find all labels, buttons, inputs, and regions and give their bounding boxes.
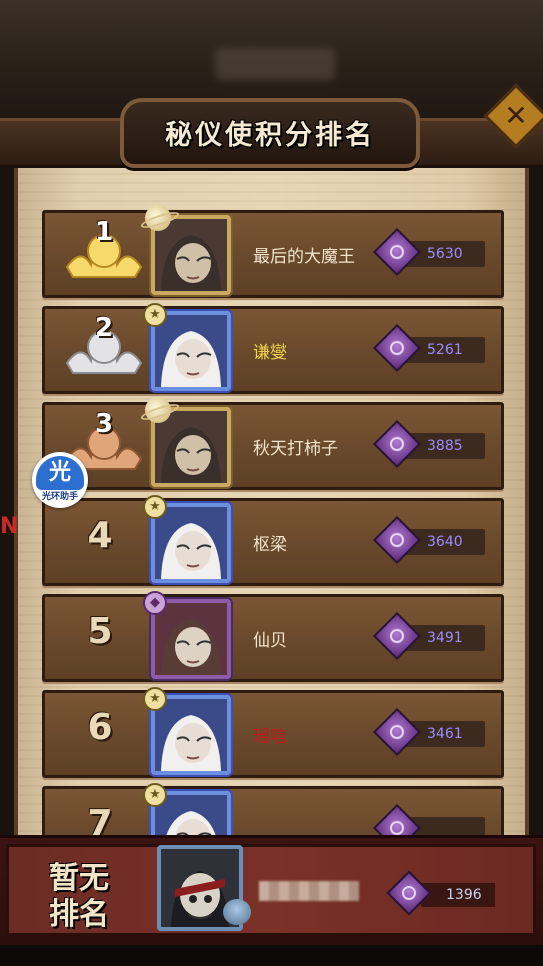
self-rank-row: 暂无 排名 1396 — [6, 844, 536, 936]
planet-badge-icon — [145, 205, 171, 231]
avatar-portrait-icon — [155, 507, 227, 579]
player-name: 秋天打柿子 — [253, 439, 338, 459]
ranking-row[interactable]: 6 ★ 瑶唁 3461 — [42, 687, 504, 778]
player-score: 3640 — [427, 534, 463, 550]
pet-icon — [223, 899, 251, 925]
planet-badge-icon — [145, 397, 171, 423]
score-gem-icon — [372, 707, 422, 757]
score-gem-icon — [372, 419, 422, 469]
score-gem-icon — [386, 870, 432, 916]
rank-number: 1 — [94, 217, 114, 247]
helper-icon: 光 — [36, 456, 84, 490]
rank-number: 4 — [87, 515, 113, 556]
side-marker: N — [0, 514, 19, 539]
close-x-icon: ✕ — [504, 99, 528, 132]
no-rank-line1: 暂无 — [49, 861, 109, 896]
player-name: 谦燮 — [253, 343, 287, 363]
avatar-portrait-icon — [155, 219, 227, 291]
player-name: 枢梁 — [253, 535, 287, 555]
player-score: 3461 — [427, 726, 463, 742]
ranking-row[interactable]: 5 ◆ 仙贝 3491 — [42, 591, 504, 682]
ranking-row[interactable]: 4 ★ 枢梁 3640 — [42, 495, 504, 586]
score-gem-icon — [372, 323, 422, 373]
page-title: 秘仪使积分排名 — [165, 120, 375, 151]
star-badge-icon: ★ — [143, 303, 167, 327]
avatar-portrait-icon — [155, 315, 227, 387]
self-score: 1396 — [446, 887, 482, 903]
player-name: 瑶唁 — [253, 727, 287, 747]
no-rank-label: 暂无 排名 — [39, 861, 119, 933]
player-name: 仙贝 — [253, 631, 287, 651]
avatar-portrait-icon — [155, 603, 227, 675]
diamond-badge-icon: ◆ — [143, 591, 167, 615]
ranking-row[interactable]: 1 最后的大魔王 5630 — [42, 205, 504, 298]
star-badge-icon: ★ — [143, 495, 167, 519]
rank-number: 2 — [94, 313, 114, 343]
score-gem-icon — [372, 227, 422, 277]
player-name: 最后的大魔王 — [253, 247, 355, 267]
ranking-row[interactable]: 3 秋天打柿子 3885 — [42, 397, 504, 490]
blurred-text — [215, 48, 335, 80]
star-badge-icon: ★ — [143, 687, 167, 711]
rank-number: 3 — [94, 409, 114, 439]
rank-number: 5 — [87, 611, 113, 652]
avatar-portrait-icon — [155, 699, 227, 771]
rank-number: 6 — [87, 707, 113, 748]
helper-floating-button[interactable]: 光 光环助手 — [32, 452, 88, 508]
score-gem-icon — [372, 611, 422, 661]
avatar-portrait-icon — [155, 411, 227, 483]
star-badge-icon: ★ — [143, 783, 167, 807]
ranking-row[interactable]: 2 ★ 谦燮 5261 — [42, 303, 504, 394]
helper-label: 光环助手 — [41, 492, 78, 502]
player-score: 3885 — [427, 438, 463, 454]
player-score: 3491 — [427, 630, 463, 646]
no-rank-line2: 排名 — [49, 897, 109, 932]
bottom-edge — [0, 945, 543, 966]
player-score: 5630 — [427, 246, 463, 262]
self-name-blurred — [259, 881, 359, 901]
self-rank-bar: 暂无 排名 1396 — [0, 835, 543, 951]
score-gem-icon — [372, 515, 422, 565]
player-score: 5261 — [427, 342, 463, 358]
